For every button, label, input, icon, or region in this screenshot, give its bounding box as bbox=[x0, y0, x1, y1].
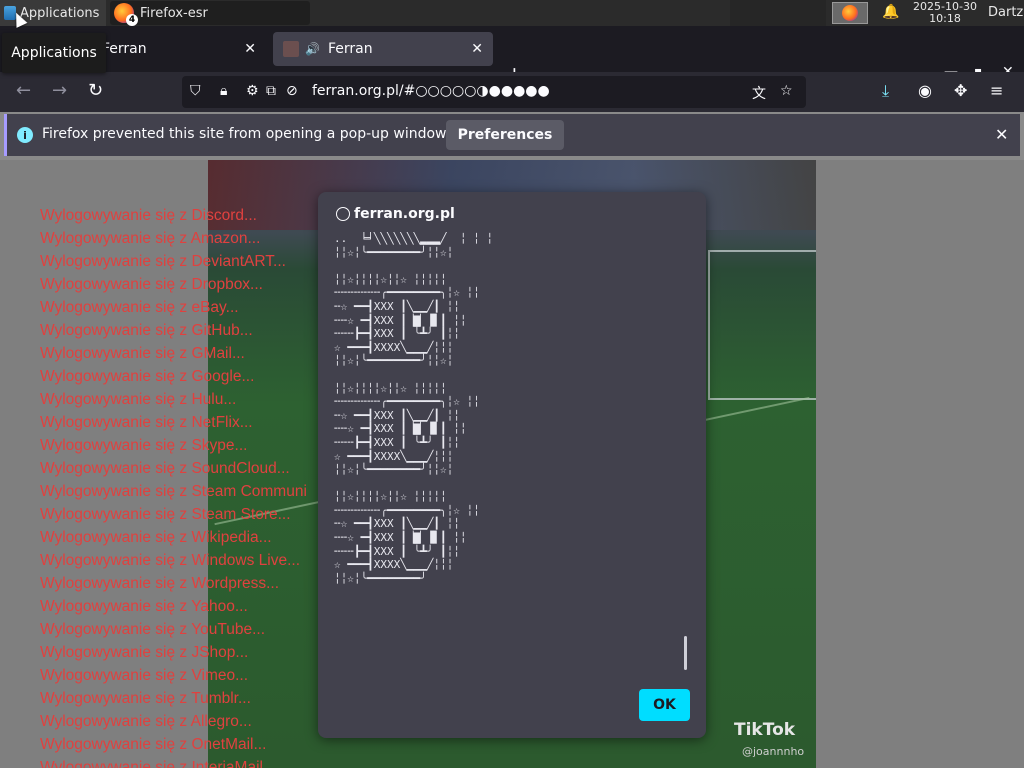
nav-bar: ← → ↻ ⛉ 🔒︎ ⚙ ⧉ ⊘ ferran.org.pl/#○○○○○◑●●… bbox=[0, 72, 1024, 112]
info-icon: i bbox=[17, 127, 33, 143]
logout-item: Wylogowywanie się z OnetMail... bbox=[40, 736, 267, 753]
tab-label: Ferran bbox=[327, 41, 373, 57]
applications-label: Applications bbox=[20, 5, 100, 21]
logout-item: Wylogowywanie się z Allegro... bbox=[40, 713, 252, 730]
popup-blocked-icon[interactable]: ⧉ bbox=[266, 83, 276, 99]
translate-icon[interactable]: 文 bbox=[752, 83, 766, 103]
extensions-icon[interactable]: ✥ bbox=[954, 81, 967, 100]
goal-net bbox=[708, 250, 816, 400]
dialog-body[interactable]: .. ╘╛╲╲╲╲╲╲╲▂▂▂╱ ╎ ╎ ╎ ╎╎☆╎╰━━━━━━━━╯╎╎☆… bbox=[334, 232, 674, 672]
menu-hamburger-icon[interactable]: ≡ bbox=[990, 81, 1003, 100]
shield-icon[interactable]: ⛉ bbox=[190, 83, 201, 99]
close-tab-icon[interactable]: ✕ bbox=[244, 41, 256, 57]
logout-list: Wylogowywanie się z Discord... Wylogowywa… bbox=[40, 204, 340, 768]
applications-tooltip: Applications bbox=[2, 33, 106, 73]
dialog-scrollbar[interactable] bbox=[684, 636, 687, 670]
tiktok-watermark: TikTok bbox=[734, 720, 796, 740]
clock-time: 10:18 bbox=[929, 12, 961, 25]
logout-item: Wylogowywanie się z Wordpress... bbox=[40, 575, 280, 592]
preferences-button[interactable]: Preferences bbox=[446, 120, 564, 150]
logout-item: Wylogowywanie się z Vimeo... bbox=[40, 667, 249, 684]
logout-item: Wylogowywanie się z Yahoo... bbox=[40, 598, 248, 615]
close-tab-icon[interactable]: ✕ bbox=[471, 41, 483, 57]
bookmark-star-icon[interactable]: ☆ bbox=[780, 83, 793, 99]
taskbar-firefox-button[interactable]: 4 Firefox-esr bbox=[110, 1, 310, 26]
ascii-art: .. ╘╛╲╲╲╲╲╲╲▂▂▂╱ ╎ ╎ ╎ ╎╎☆╎╰━━━━━━━━╯╎╎☆… bbox=[334, 232, 493, 585]
firefox-icon: 4 bbox=[114, 3, 138, 26]
url-bar[interactable]: ⛉ 🔒︎ ⚙ ⧉ ⊘ ferran.org.pl/#○○○○○◑●●●●● 文 … bbox=[182, 76, 806, 108]
tab-ferran-2[interactable]: 🔊 Ferran ✕ bbox=[273, 32, 493, 66]
url-text[interactable]: ferran.org.pl/#○○○○○◑●●●●● bbox=[312, 83, 550, 99]
window-count-badge: 4 bbox=[126, 14, 138, 26]
alert-dialog: ferran.org.pl .. ╘╛╲╲╲╲╲╲╲▂▂▂╱ ╎ ╎ ╎ ╎╎☆… bbox=[318, 192, 706, 738]
logout-item: Wylogowywanie się z JShop... bbox=[40, 644, 249, 661]
back-arrow-icon[interactable]: ← bbox=[16, 80, 31, 101]
tray-firefox-button[interactable] bbox=[832, 2, 868, 24]
permissions-icon[interactable]: ⚙ bbox=[246, 83, 259, 99]
logout-item: Wylogowywanie się z eBay... bbox=[40, 299, 239, 316]
firefox-tray-icon bbox=[842, 5, 858, 21]
tiktok-username: @joannnho bbox=[742, 745, 805, 758]
logout-item: Wylogowywanie się z GitHub... bbox=[40, 322, 253, 339]
speaker-icon[interactable]: 🔊 bbox=[305, 42, 320, 56]
notification-bell-icon[interactable]: 🔔 bbox=[882, 4, 899, 20]
tab-bar: Ferran ✕ 🔊 Ferran ✕ + ⌄ — ▪ ✕ bbox=[0, 26, 1024, 86]
dialog-title: ferran.org.pl bbox=[336, 206, 455, 222]
forward-arrow-icon[interactable]: → bbox=[52, 80, 67, 101]
taskbar-firefox-label: Firefox-esr bbox=[140, 5, 208, 21]
logout-item: Wylogowywanie się z Dropbox... bbox=[40, 276, 263, 293]
globe-icon bbox=[336, 207, 350, 221]
logout-item: Wylogowywanie się z Steam Communi bbox=[40, 483, 307, 500]
logout-item: Wylogowywanie się z GMail... bbox=[40, 345, 245, 362]
popup-blocked-notification: i Firefox prevented this site from openi… bbox=[4, 114, 1020, 156]
close-notification-icon[interactable]: ✕ bbox=[995, 125, 1008, 144]
dialog-title-text: ferran.org.pl bbox=[354, 206, 455, 222]
tab-label: Ferran bbox=[102, 41, 147, 57]
tab-favicon-icon bbox=[283, 41, 299, 57]
downloads-icon[interactable]: ⤓ bbox=[882, 81, 889, 101]
logout-item: Wylogowywanie się z SoundCloud... bbox=[40, 460, 290, 477]
logout-item: Wylogowywanie się z Steam Store... bbox=[40, 506, 291, 523]
logout-item: Wylogowywanie się z Windows Live... bbox=[40, 552, 301, 569]
logout-item: Wylogowywanie się z Skype... bbox=[40, 437, 248, 454]
logout-item: Wylogowywanie się z YouTube... bbox=[40, 621, 266, 638]
autoplay-blocked-icon[interactable]: ⊘ bbox=[286, 83, 298, 99]
logout-item: Wylogowywanie się z DeviantART... bbox=[40, 253, 286, 270]
logout-item: Wylogowywanie się z NetFlix... bbox=[40, 414, 253, 431]
reload-icon[interactable]: ↻ bbox=[88, 80, 103, 101]
account-icon[interactable]: ◉ bbox=[918, 81, 932, 100]
clock[interactable]: 2025-10-30 10:18 bbox=[906, 1, 984, 25]
logout-item: Wylogowywanie się z Tumblr... bbox=[40, 690, 251, 707]
logout-item: Wylogowywanie się z Amazon... bbox=[40, 230, 261, 247]
logout-item: Wylogowywanie się z InteriaMail... bbox=[40, 759, 276, 768]
notification-message: Firefox prevented this site from opening… bbox=[42, 126, 450, 142]
user-name[interactable]: Dartz bbox=[988, 5, 1023, 20]
lock-icon[interactable]: 🔒︎ bbox=[220, 83, 227, 99]
logout-item: Wylogowywanie się z Hulu... bbox=[40, 391, 237, 408]
logout-item: Wylogowywanie się z Wikipedia... bbox=[40, 529, 272, 546]
logout-item: Wylogowywanie się z Discord... bbox=[40, 207, 257, 224]
taskbar-spacer bbox=[730, 0, 826, 26]
logout-item: Wylogowywanie się z Google... bbox=[40, 368, 255, 385]
ok-button[interactable]: OK bbox=[639, 689, 690, 721]
taskbar: Applications 4 Firefox-esr 🔔 2025-10-30 … bbox=[0, 0, 1024, 26]
